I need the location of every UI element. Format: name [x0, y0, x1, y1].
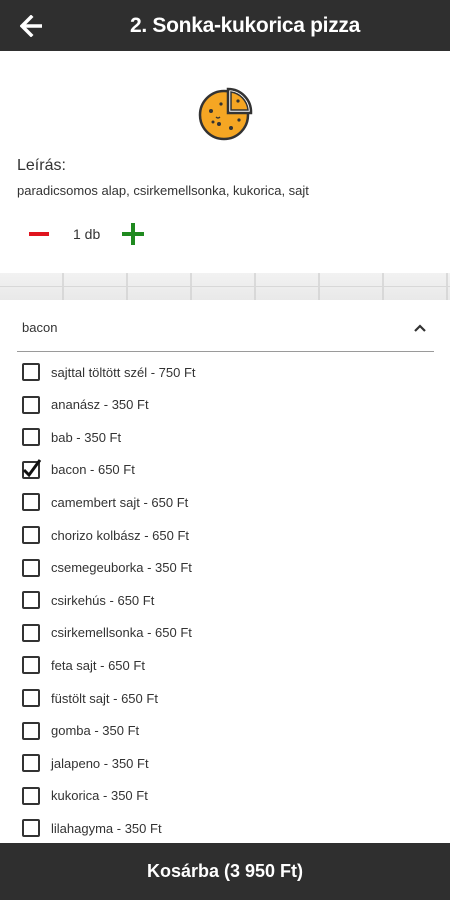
extra-option-item[interactable]: csemegeuborka - 350 Ft	[22, 556, 192, 580]
extra-option-label: ananász - 350 Ft	[51, 397, 149, 413]
app-header: 2. Sonka-kukorica pizza	[0, 0, 450, 51]
extra-option-label: csirkehús - 650 Ft	[51, 592, 155, 608]
extra-option-label: csemegeuborka - 350 Ft	[51, 560, 192, 576]
pizza-icon	[198, 87, 253, 141]
extra-option-label: bab - 350 Ft	[51, 429, 122, 445]
checkbox[interactable]	[22, 623, 40, 642]
extra-option-item[interactable]: jalapeno - 350 Ft	[22, 751, 149, 775]
minus-icon	[29, 232, 49, 236]
extra-option-label: camembert sajt - 650 Ft	[51, 494, 189, 510]
extra-option-item[interactable]: gomba - 350 Ft	[22, 719, 139, 743]
chevron-up-icon	[414, 324, 426, 332]
extra-option-item[interactable]: feta sajt - 650 Ft	[22, 653, 145, 677]
extra-option-label: füstölt sajt - 650 Ft	[51, 690, 158, 706]
checkbox[interactable]	[22, 591, 40, 610]
checkbox[interactable]	[22, 819, 40, 838]
add-to-cart-label: Kosárba (3 950 Ft)	[146, 861, 304, 881]
description-label: Leírás:	[17, 157, 66, 174]
page-title: 2. Sonka-kukorica pizza	[129, 14, 361, 37]
extra-option-item[interactable]: chorizo kolbász - 650 Ft	[22, 523, 189, 547]
checkbox[interactable]	[22, 656, 40, 675]
extra-option-label: chorizo kolbász - 650 Ft	[51, 527, 190, 543]
extras-dropdown-header[interactable]: bacon	[17, 308, 434, 352]
product-card: Leírás: paradicsomos alap, csirkemellson…	[0, 51, 450, 273]
extra-option-label: lilahagyma - 350 Ft	[51, 820, 162, 836]
checkbox[interactable]	[22, 395, 40, 414]
back-button[interactable]	[14, 8, 50, 44]
extra-option-item[interactable]: camembert sajt - 650 Ft	[22, 490, 188, 514]
checkbox[interactable]	[22, 428, 40, 447]
extra-option-item[interactable]: kukorica - 350 Ft	[22, 784, 148, 808]
add-to-cart-button[interactable]: Kosárba (3 950 Ft)	[0, 843, 450, 900]
extra-option-label: jalapeno - 350 Ft	[51, 755, 149, 771]
extra-option-item[interactable]: csirkehús - 650 Ft	[22, 588, 154, 612]
checkbox[interactable]	[22, 786, 40, 805]
extra-option-item[interactable]: bacon - 650 Ft	[22, 458, 135, 482]
extra-option-item[interactable]: ananász - 350 Ft	[22, 393, 149, 417]
increase-quantity-button[interactable]	[120, 221, 146, 247]
extra-option-label: csirkemellsonka - 650 Ft	[51, 625, 192, 641]
extra-option-label: feta sajt - 650 Ft	[51, 657, 145, 673]
brick-divider	[0, 273, 450, 300]
checkbox-checked[interactable]	[22, 458, 42, 479]
description-text: paradicsomos alap, csirkemellsonka, kuko…	[17, 183, 309, 198]
extra-option-item[interactable]: lilahagyma - 350 Ft	[22, 816, 162, 840]
extra-option-label: sajttal töltött szél - 750 Ft	[51, 364, 196, 380]
extra-option-item[interactable]: bab - 350 Ft	[22, 425, 121, 449]
extras-panel: bacon sajttal töltött szél - 750 Ft ananá…	[0, 300, 450, 843]
checkbox[interactable]	[22, 526, 40, 544]
extra-option-label: kukorica - 350 Ft	[51, 788, 148, 804]
quantity-value: 1 db	[73, 226, 101, 242]
extra-option-label: gomba - 350 Ft	[51, 723, 140, 739]
extras-selected-value: bacon	[22, 320, 58, 335]
checkbox[interactable]	[22, 363, 40, 381]
checkbox[interactable]	[22, 558, 40, 577]
checkbox[interactable]	[22, 493, 40, 512]
checkbox[interactable]	[22, 689, 40, 707]
checkbox[interactable]	[22, 754, 40, 773]
extra-option-item[interactable]: füstölt sajt - 650 Ft	[22, 686, 158, 710]
decrease-quantity-button[interactable]	[26, 222, 52, 246]
extra-option-item[interactable]: sajttal töltött szél - 750 Ft	[22, 360, 196, 384]
extra-option-label: bacon - 650 Ft	[51, 462, 135, 478]
checkbox[interactable]	[22, 721, 40, 740]
arrow-left-icon	[20, 15, 42, 37]
extra-option-item[interactable]: csirkemellsonka - 650 Ft	[22, 621, 192, 645]
checkmark-icon	[22, 458, 42, 478]
